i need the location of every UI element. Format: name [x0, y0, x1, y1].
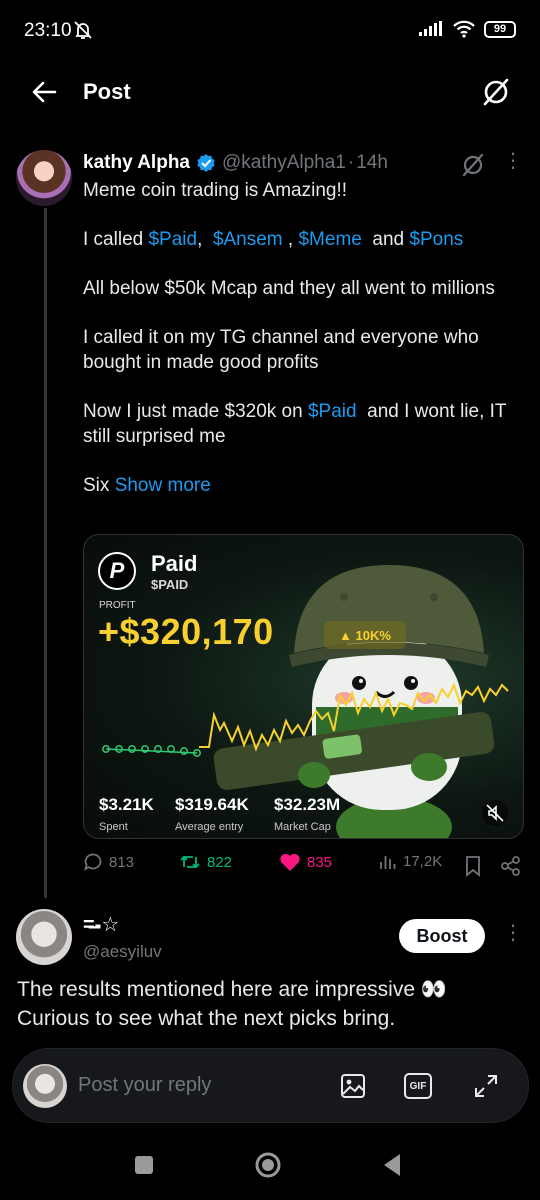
- cashtag-link[interactable]: $Paid: [308, 401, 357, 422]
- post-line: Now I just made $320k on $Paid and I won…: [83, 399, 523, 449]
- stat-market-cap: $32.23M Market Cap: [274, 795, 340, 833]
- gif-label: GIF: [409, 1080, 427, 1092]
- heart-icon: [280, 853, 300, 871]
- post-actions: 813 822 835 17,2K: [83, 852, 523, 880]
- avatar[interactable]: [16, 150, 72, 206]
- signal-icon: [419, 21, 442, 36]
- back-arrow-icon[interactable]: [28, 76, 60, 108]
- profit-value: +$320,170: [98, 611, 274, 652]
- stat-label: Spent: [99, 821, 128, 833]
- reply-composer[interactable]: Post your reply GIF: [12, 1048, 529, 1123]
- more-options-icon[interactable]: ⋮: [503, 923, 523, 950]
- home-circle-icon[interactable]: [253, 1150, 283, 1180]
- post-line: Meme coin trading is Amazing!!: [83, 180, 348, 201]
- stat-value: $32.23M: [274, 795, 341, 814]
- share-icon[interactable]: [500, 855, 522, 877]
- cashtag-link[interactable]: $Pons: [409, 229, 463, 250]
- profit-label: PROFIT: [99, 600, 136, 611]
- reply-input[interactable]: Post your reply: [78, 1074, 211, 1097]
- top-header: Post: [0, 62, 540, 120]
- views-button[interactable]: 17,2K: [379, 852, 442, 870]
- image-icon[interactable]: [338, 1071, 368, 1101]
- bookmark-icon[interactable]: [464, 855, 482, 877]
- recents-square-icon[interactable]: [129, 1150, 159, 1180]
- system-navbar: [0, 1130, 540, 1200]
- view-count: 17,2K: [403, 852, 443, 870]
- reply-author-handle[interactable]: @aesyiluv: [83, 942, 162, 962]
- text-segment: and: [372, 229, 405, 250]
- stat-average-entry: $319.64K Average entry: [175, 795, 249, 833]
- reply-author-name[interactable]: =̶̶-☆: [83, 912, 119, 937]
- post-text: Meme coin trading is Amazing!! I called …: [83, 178, 523, 498]
- repost-count: 822: [207, 853, 233, 871]
- avatar[interactable]: [16, 909, 72, 965]
- cashtag-link[interactable]: $Meme: [298, 229, 361, 250]
- token-logo-icon: P: [98, 552, 136, 590]
- avatar: [23, 1064, 67, 1108]
- text-segment: I called: [83, 229, 144, 250]
- repost-button[interactable]: 822: [179, 852, 232, 872]
- token-name: Paid: [151, 551, 198, 576]
- stat-label: Average entry: [175, 821, 244, 833]
- cashtag-link[interactable]: $Ansem: [213, 229, 283, 250]
- post-line: All below $50k Mcap and they all went to…: [83, 278, 495, 299]
- stat-value: $3.21K: [99, 795, 154, 814]
- reply-button[interactable]: 813: [83, 852, 134, 872]
- stat-spent: $3.21K Spent: [99, 795, 154, 833]
- views-chart-icon: [380, 856, 396, 869]
- battery-level: 99: [493, 23, 507, 35]
- percent-badge: ▲ 10K%: [324, 621, 406, 649]
- wifi-icon: [453, 20, 475, 38]
- post-time[interactable]: 14h: [356, 152, 388, 174]
- stat-label: Market Cap: [274, 821, 331, 833]
- status-bar: 23:10 99: [0, 0, 540, 62]
- post-header: kathy Alpha @kathyAlpha1 · 14h: [83, 152, 388, 174]
- mute-video-icon[interactable]: [482, 800, 508, 826]
- post-line: I called it on my TG channel and everyon…: [83, 327, 479, 373]
- post-line: I called $Paid, $Ansem , $Meme and $Pons: [83, 227, 523, 252]
- gif-icon[interactable]: GIF: [404, 1073, 432, 1099]
- page-title: Post: [83, 79, 131, 104]
- text-segment: ,: [287, 229, 294, 250]
- back-triangle-icon[interactable]: [378, 1150, 408, 1180]
- thread-line: [44, 208, 47, 898]
- post-line: Six Show more: [83, 473, 523, 498]
- like-button[interactable]: 835: [279, 852, 332, 872]
- repost-icon: [180, 855, 200, 869]
- reply-count: 813: [109, 853, 135, 871]
- time-separator: ·: [347, 152, 355, 173]
- token-ticker: $PAID: [151, 577, 189, 592]
- text-segment: Six: [83, 475, 110, 496]
- like-count: 835: [307, 853, 333, 871]
- cashtag-link[interactable]: $Paid: [148, 229, 197, 250]
- battery-icon: 99: [484, 20, 516, 38]
- more-options-icon[interactable]: ⋮: [503, 151, 523, 178]
- mascot-illustration: [102, 565, 509, 838]
- grok-icon[interactable]: [460, 152, 486, 178]
- show-more-link[interactable]: Show more: [115, 475, 211, 496]
- text-segment: ,: [197, 229, 203, 250]
- grok-icon[interactable]: [480, 76, 512, 108]
- status-time: 23:10: [24, 20, 72, 41]
- reply-icon: [84, 853, 102, 871]
- stat-value: $319.64K: [175, 795, 249, 814]
- text-segment: Now I just made $320k on: [83, 401, 303, 422]
- author-handle[interactable]: @kathyAlpha1: [222, 152, 346, 174]
- verified-badge-icon: [197, 154, 215, 172]
- post-media-image[interactable]: P Paid $PAID PROFIT +$320,170 ▲ 10K% $3.…: [83, 534, 524, 839]
- author-name[interactable]: kathy Alpha: [83, 152, 190, 174]
- expand-icon[interactable]: [471, 1071, 501, 1101]
- mute-bell-icon: [74, 21, 92, 39]
- reply-text: The results mentioned here are impressiv…: [17, 978, 447, 1030]
- boost-button[interactable]: Boost: [399, 919, 485, 953]
